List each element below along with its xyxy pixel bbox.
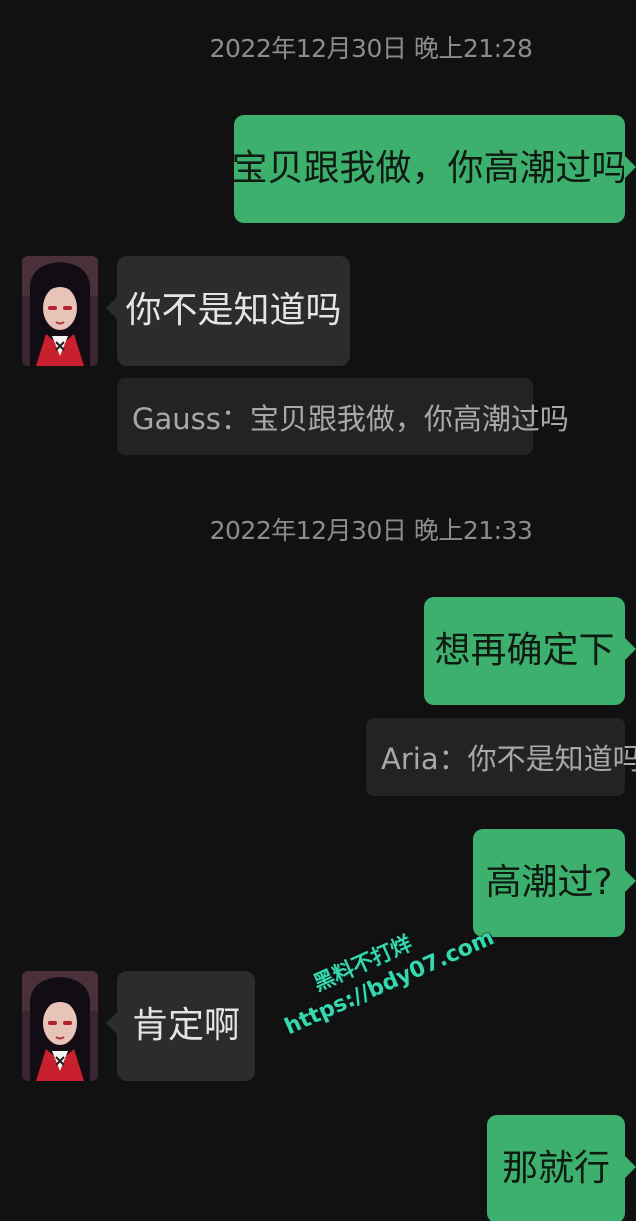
chat-window: 2022年12月30日 晚上21:28 宝贝跟我做，你高潮过吗 你不是知道吗 G… [0, 0, 636, 1221]
outgoing-message[interactable]: 那就行 [487, 1115, 636, 1221]
incoming-message[interactable]: 你不是知道吗 [106, 256, 350, 366]
avatar[interactable] [22, 256, 98, 366]
timestamp: 2022年12月30日 晚上21:28 [209, 34, 533, 63]
quoted-reply[interactable]: Gauss：宝贝跟我做，你高潮过吗 [117, 378, 569, 455]
outgoing-message[interactable]: 宝贝跟我做，你高潮过吗 [232, 115, 636, 223]
avatar[interactable] [22, 971, 98, 1081]
incoming-message[interactable]: 肯定啊 [106, 971, 255, 1081]
quoted-reply[interactable]: Aria：你不是知道吗 [366, 718, 636, 796]
anime-girl-avatar-icon [22, 971, 98, 1081]
watermark: 黑料不打烊 https://bdy07.com [268, 890, 510, 1040]
timestamp: 2022年12月30日 晚上21:33 [209, 516, 533, 545]
anime-girl-avatar-icon [22, 256, 98, 366]
outgoing-message[interactable]: 想再确定下 [424, 597, 636, 705]
